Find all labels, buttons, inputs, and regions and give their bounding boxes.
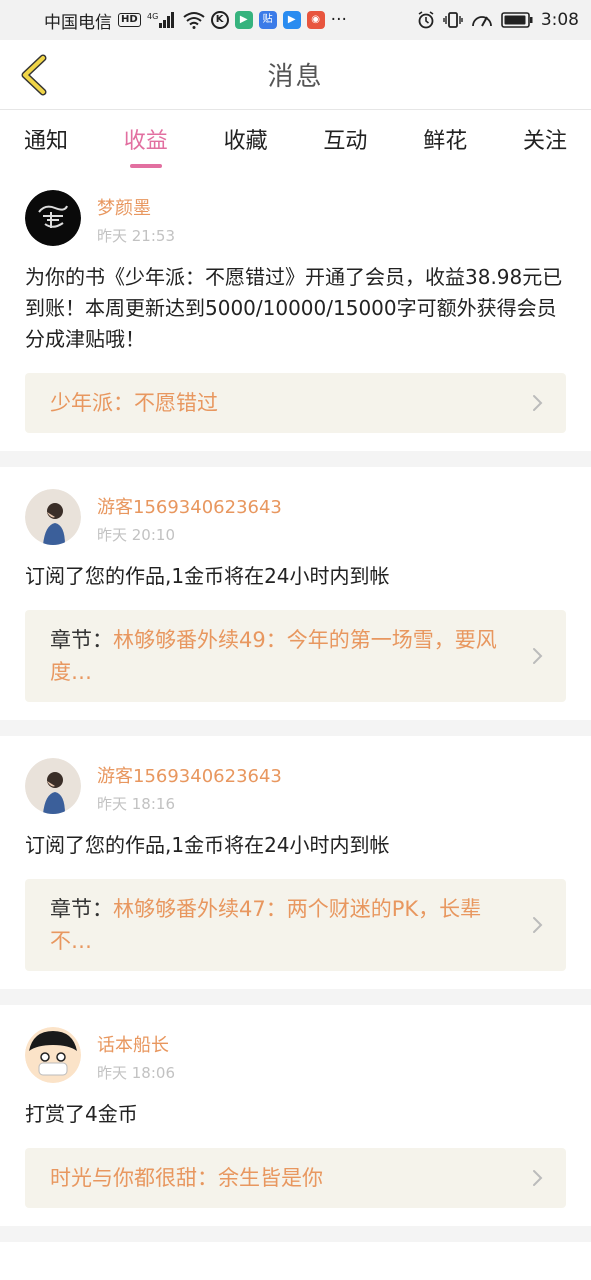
divider xyxy=(0,989,591,1005)
message-card: 游客1569340623643 昨天 20:10 订阅了您的作品,1金币将在24… xyxy=(0,467,591,720)
carrier-label: 中国电信 xyxy=(44,12,112,33)
tab-interactions[interactable]: 互动 xyxy=(323,110,367,168)
chevron-left-icon xyxy=(21,54,47,96)
username[interactable]: 游客1569340623643 xyxy=(97,493,282,519)
username[interactable]: 游客1569340623643 xyxy=(97,762,282,788)
chevron-right-icon xyxy=(533,917,543,933)
message-card: 游客1569340623643 昨天 18:16 订阅了您的作品,1金币将在24… xyxy=(0,736,591,989)
username[interactable]: 话本船长 xyxy=(97,1031,175,1057)
battery-icon xyxy=(501,12,533,28)
tab-notifications[interactable]: 通知 xyxy=(24,110,68,168)
book-link-label: 时光与你都很甜：余生皆是你 xyxy=(50,1166,323,1190)
chevron-right-icon xyxy=(533,395,543,411)
pirate-avatar[interactable] xyxy=(25,1027,81,1083)
svg-text:4G: 4G xyxy=(147,12,158,21)
chevron-right-icon xyxy=(533,1170,543,1186)
tab-favorites[interactable]: 收藏 xyxy=(224,110,268,168)
tab-bar: 通知 收益 收藏 互动 鲜花 关注 xyxy=(0,110,591,168)
page-title: 消息 xyxy=(267,62,324,92)
more-notifications: ··· xyxy=(330,10,347,30)
book-link[interactable]: 时光与你都很甜：余生皆是你 xyxy=(25,1148,566,1208)
tab-earnings[interactable]: 收益 xyxy=(124,110,168,168)
signal-icon: 4G xyxy=(147,11,177,29)
message-time: 昨天 18:16 xyxy=(97,795,175,813)
message-text: 订阅了您的作品,1金币将在24小时内到帐 xyxy=(25,564,390,588)
chapter-link-label: 章节：林够够番外续49：今年的第一场雪，要风度… xyxy=(50,628,497,684)
message-card: 梦颜墨 昨天 21:53 为你的书《少年派：不愿错过》开通了会员，收益38.98… xyxy=(0,168,591,451)
clock-time: 3:08 xyxy=(540,10,579,30)
wifi-icon xyxy=(183,11,205,29)
book-link-label: 少年派：不愿错过 xyxy=(50,391,218,415)
message-text: 为你的书《少年派：不愿错过》开通了会员，收益38.98元已到账！本周更新达到50… xyxy=(25,265,563,351)
hd-icon: HD xyxy=(118,13,141,27)
alarm-icon xyxy=(417,11,435,29)
status-bar: 中国电信 HD 4G K ▶ 贴 ▶ ◉ ··· 3:08 xyxy=(0,0,591,40)
youku-app-icon: ▶ xyxy=(282,11,301,29)
tab-flowers[interactable]: 鲜花 xyxy=(423,110,467,168)
divider xyxy=(0,720,591,736)
weibo-app-icon: ◉ xyxy=(306,11,325,29)
message-text: 打赏了4金币 xyxy=(25,1102,138,1126)
message-text: 订阅了您的作品,1金币将在24小时内到帐 xyxy=(25,833,390,857)
k-app-icon: K xyxy=(210,11,229,29)
ink-logo-avatar[interactable] xyxy=(25,190,81,246)
divider xyxy=(0,1226,591,1242)
message-card: 话本船长 昨天 18:06 打赏了4金币 时光与你都很甜：余生皆是你 xyxy=(0,1005,591,1226)
tab-follows[interactable]: 关注 xyxy=(523,110,567,168)
message-time: 昨天 20:10 xyxy=(97,526,175,544)
girl-avatar[interactable] xyxy=(25,489,81,545)
chapter-link-label: 章节：林够够番外续47：两个财迷的PK，长辈不… xyxy=(50,897,482,953)
back-button[interactable] xyxy=(14,54,54,96)
book-link[interactable]: 少年派：不愿错过 xyxy=(25,373,566,433)
message-time: 昨天 18:06 xyxy=(97,1064,175,1082)
vibrate-icon xyxy=(443,11,463,29)
chapter-link[interactable]: 章节：林够够番外续49：今年的第一场雪，要风度… xyxy=(25,610,566,702)
girl-avatar[interactable] xyxy=(25,758,81,814)
message-time: 昨天 21:53 xyxy=(97,227,175,245)
divider xyxy=(0,451,591,467)
video-app-icon: ▶ xyxy=(234,11,253,29)
speed-icon xyxy=(471,11,493,29)
username[interactable]: 梦颜墨 xyxy=(97,194,175,220)
chevron-right-icon xyxy=(533,648,543,664)
chapter-link[interactable]: 章节：林够够番外续47：两个财迷的PK，长辈不… xyxy=(25,879,566,971)
tieba-app-icon: 贴 xyxy=(258,11,277,29)
top-navigation-bar: 消息 xyxy=(0,40,591,110)
